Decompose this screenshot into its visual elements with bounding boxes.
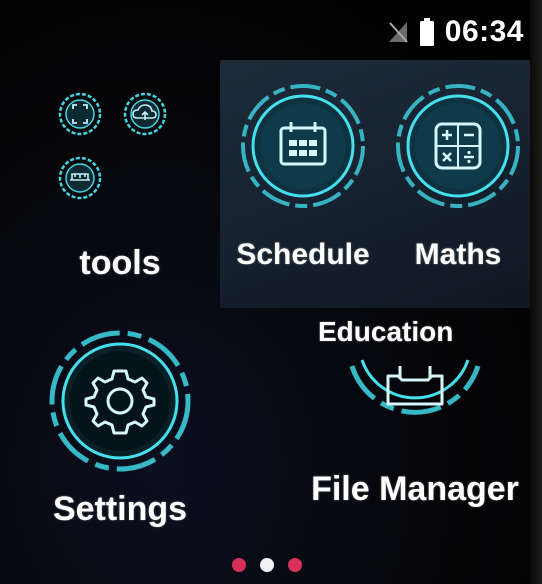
tools-folder-icons (58, 92, 167, 200)
gear-icon (49, 330, 191, 472)
cloud-upload-icon (123, 92, 167, 136)
file-manager-app[interactable]: File Manager (300, 346, 530, 509)
settings-app-label: Settings (52, 490, 188, 528)
page-dot[interactable] (288, 558, 302, 572)
file-manager-app-label: File Manager (311, 470, 519, 508)
tools-folder[interactable]: tools (50, 88, 190, 283)
settings-app[interactable]: Settings (40, 326, 200, 529)
home-screen: 06:34 tools Schedule Maths Education Set… (0, 0, 542, 584)
schedule-app[interactable]: Schedule (228, 80, 378, 272)
page-dot[interactable] (260, 558, 274, 572)
calendar-icon (241, 84, 365, 208)
maths-app[interactable]: Maths (388, 80, 528, 272)
battery-icon (419, 18, 435, 46)
device-bezel (530, 0, 542, 584)
maths-app-label: Maths (414, 238, 502, 271)
folder-icon (349, 359, 481, 415)
scale-icon (58, 156, 102, 200)
status-bar: 06:34 (387, 14, 524, 50)
scan-icon (58, 92, 102, 136)
status-time: 06:34 (444, 15, 524, 48)
page-dot[interactable] (232, 558, 246, 572)
schedule-app-label: Schedule (236, 238, 370, 271)
calculator-icon (396, 84, 520, 208)
education-folder-label: Education (318, 316, 454, 347)
no-sim-icon (387, 20, 409, 44)
tools-folder-label: tools (79, 244, 161, 282)
page-indicator[interactable] (232, 558, 302, 572)
